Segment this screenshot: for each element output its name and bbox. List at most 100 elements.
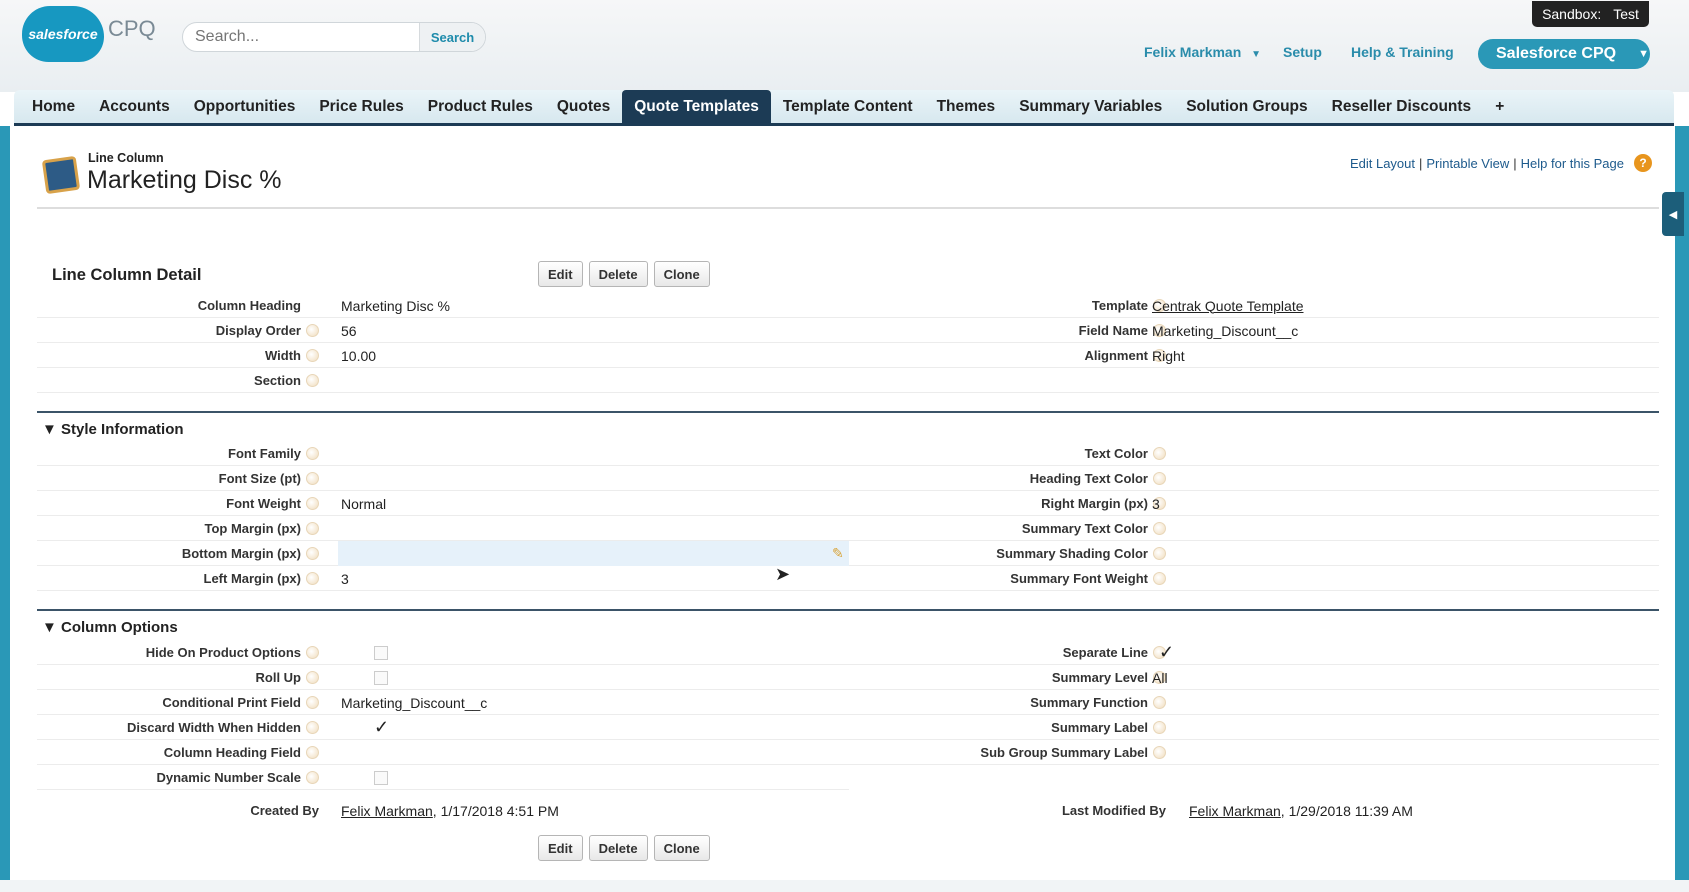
search-button[interactable]: Search <box>419 23 485 51</box>
help-page-link[interactable]: Help for this Page <box>1521 156 1624 171</box>
display-order-value[interactable]: 56 <box>338 318 849 343</box>
tab-quotes[interactable]: Quotes <box>545 90 622 123</box>
font-weight-value[interactable]: Normal <box>338 491 849 516</box>
summary-shading-color-value[interactable] <box>1152 541 1659 566</box>
delete-button[interactable]: Delete <box>588 835 648 861</box>
tab-home[interactable]: Home <box>20 90 87 123</box>
field-label: Hide On Product Options <box>37 640 319 665</box>
field-name-value[interactable]: Marketing_Discount__c <box>1152 318 1659 343</box>
help-bubble-icon[interactable] <box>306 497 319 510</box>
clone-button[interactable]: Clone <box>653 835 710 861</box>
field-label: Font Weight <box>37 491 319 516</box>
help-bubble-icon[interactable] <box>306 746 319 759</box>
column-heading-field-value[interactable] <box>338 740 849 765</box>
summary-function-value[interactable] <box>1152 690 1659 715</box>
add-tab-button[interactable]: + <box>1483 90 1516 123</box>
edit-layout-link[interactable]: Edit Layout <box>1350 156 1415 171</box>
font-size-pt-value[interactable] <box>338 466 849 491</box>
field-row: Section <box>37 368 1659 393</box>
roll-up-value[interactable] <box>374 665 882 690</box>
section-column-options[interactable]: ▼ Column Options <box>37 609 1659 641</box>
edit-button[interactable]: Edit <box>538 835 583 861</box>
edit-button[interactable]: Edit <box>538 261 583 287</box>
modified-by-user-link[interactable]: Felix Markman <box>1189 803 1281 819</box>
summary-level-value[interactable]: All <box>1152 665 1659 690</box>
section-title: Column Options <box>61 619 178 636</box>
label-text: Heading Text Color <box>1029 471 1148 486</box>
help-bubble-icon[interactable] <box>306 324 319 337</box>
help-bubble-icon[interactable] <box>306 447 319 460</box>
help-training-link[interactable]: Help & Training <box>1351 44 1454 60</box>
tab-product-rules[interactable]: Product Rules <box>416 90 545 123</box>
label-text: Roll Up <box>255 670 302 685</box>
sub-group-summary-label-value[interactable] <box>1152 740 1659 765</box>
hide-on-product-options-value[interactable] <box>374 640 882 665</box>
dynamic-number-scale-value[interactable] <box>374 765 882 790</box>
bottom-button-group: Edit Delete Clone <box>538 835 710 861</box>
label-text: Font Weight <box>226 496 301 511</box>
bottom-margin-px-value[interactable] <box>338 541 849 566</box>
tab-quote-templates[interactable]: Quote Templates <box>622 90 771 123</box>
setup-link[interactable]: Setup <box>1283 44 1322 60</box>
help-icon[interactable]: ? <box>1634 154 1652 172</box>
help-bubble-icon[interactable] <box>306 721 319 734</box>
font-family-value[interactable] <box>338 441 849 466</box>
salesforce-logo[interactable]: salesforce <box>22 6 104 62</box>
alignment-value[interactable]: Right <box>1152 343 1659 368</box>
sidebar-toggle[interactable]: ◀ <box>1662 192 1684 236</box>
clone-button[interactable]: Clone <box>653 261 710 287</box>
help-bubble-icon[interactable] <box>306 349 319 362</box>
help-bubble-icon[interactable] <box>306 771 319 784</box>
conditional-print-field-value[interactable]: Marketing_Discount__c <box>338 690 849 715</box>
label-text: Summary Font Weight <box>1010 571 1148 586</box>
help-bubble-icon[interactable] <box>306 671 319 684</box>
section-style-information[interactable]: ▼ Style Information <box>37 411 1659 443</box>
tab-opportunities[interactable]: Opportunities <box>182 90 308 123</box>
tab-summary-variables[interactable]: Summary Variables <box>1007 90 1174 123</box>
mouse-cursor: ➤ <box>775 564 791 584</box>
field-row: Width 10.00 Alignment Right <box>37 343 1659 368</box>
column-heading-value[interactable]: Marketing Disc % <box>338 293 849 318</box>
text-color-value[interactable] <box>1152 441 1659 466</box>
tab-template-content[interactable]: Template Content <box>771 90 925 123</box>
delete-button[interactable]: Delete <box>588 261 648 287</box>
discard-width-when-hidden-value[interactable]: ✓ <box>374 715 882 740</box>
summary-text-color-value[interactable] <box>1152 516 1659 541</box>
tab-themes[interactable]: Themes <box>925 90 1008 123</box>
help-bubble-icon[interactable] <box>306 522 319 535</box>
help-bubble-icon[interactable] <box>306 374 319 387</box>
summary-label-value[interactable] <box>1152 715 1659 740</box>
detail-heading: Line Column Detail <box>52 266 202 284</box>
printable-view-link[interactable]: Printable View <box>1426 156 1509 171</box>
width-value[interactable]: 10.00 <box>338 343 849 368</box>
help-bubble-icon[interactable] <box>306 472 319 485</box>
right-margin-px-value[interactable]: 3 <box>1152 491 1659 516</box>
help-bubble-icon[interactable] <box>306 696 319 709</box>
tab-reseller-discounts[interactable]: Reseller Discounts <box>1320 90 1484 123</box>
top-margin-px-value[interactable] <box>338 516 849 541</box>
checkmark-icon: ✓ <box>374 717 390 737</box>
tab-solution-groups[interactable]: Solution Groups <box>1174 90 1319 123</box>
field-label: Dynamic Number Scale <box>37 765 319 790</box>
label-text: Alignment <box>1084 348 1148 363</box>
help-bubble-icon[interactable] <box>306 572 319 585</box>
help-bubble-icon[interactable] <box>306 646 319 659</box>
tab-accounts[interactable]: Accounts <box>87 90 182 123</box>
heading-text-color-value[interactable] <box>1152 466 1659 491</box>
tab-price-rules[interactable]: Price Rules <box>307 90 415 123</box>
template-link[interactable]: Centrak Quote Template <box>1152 298 1304 314</box>
field-row: Roll Up Summary Level All <box>37 665 1659 690</box>
label-text: Width <box>265 348 301 363</box>
search-input[interactable] <box>183 23 419 51</box>
left-margin-px-value[interactable]: 3 <box>338 566 849 591</box>
label-text: Summary Level <box>1051 670 1148 685</box>
section-value[interactable] <box>338 368 849 393</box>
separate-line-value[interactable]: ✓ <box>1159 640 1666 665</box>
user-menu[interactable]: Felix Markman ▼ <box>1144 44 1261 60</box>
summary-font-weight-value[interactable] <box>1152 566 1659 591</box>
label-text: Separate Line <box>1062 645 1148 660</box>
help-bubble-icon[interactable] <box>306 547 319 560</box>
created-by-user-link[interactable]: Felix Markman <box>341 803 433 819</box>
label-text: Hide On Product Options <box>145 645 301 660</box>
app-switcher[interactable]: Salesforce CPQ ▼ <box>1478 39 1650 69</box>
